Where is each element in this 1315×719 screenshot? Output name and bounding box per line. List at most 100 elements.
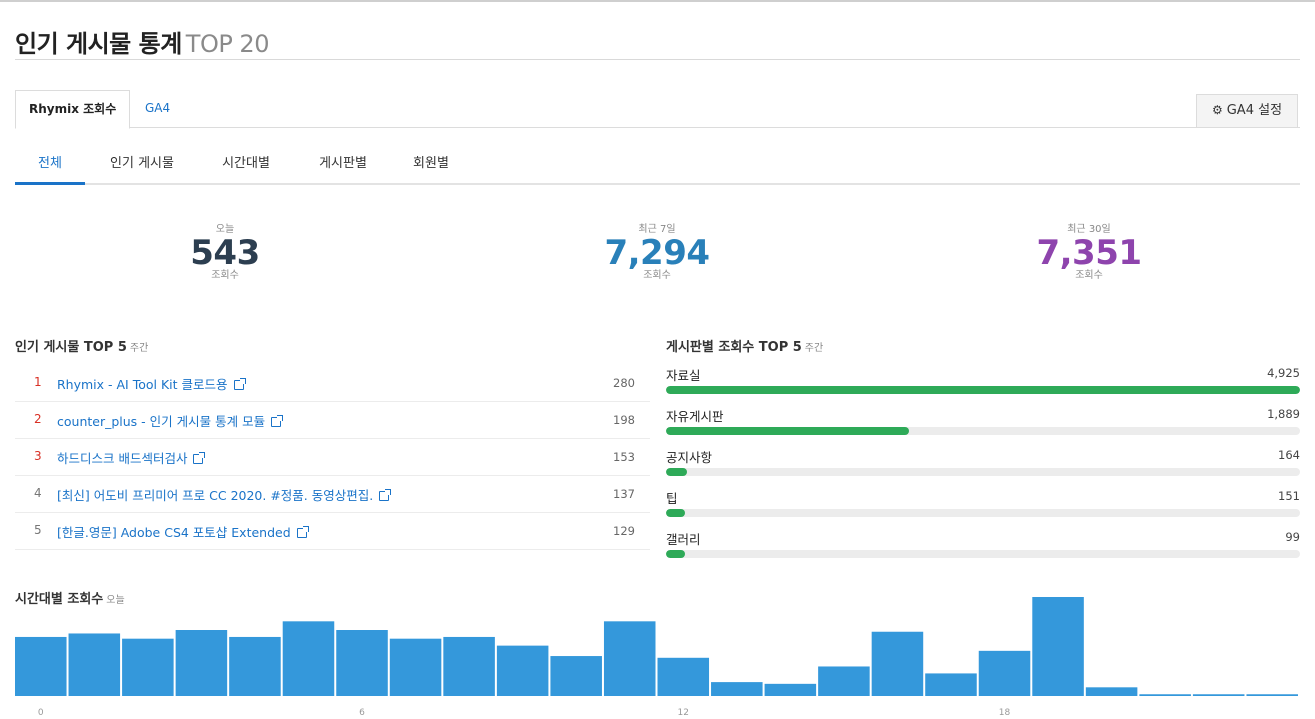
hourly-bar [68, 633, 121, 696]
hourly-bar [15, 636, 67, 696]
tab-by-board[interactable]: 게시판별 [308, 145, 378, 185]
source-tabs: Rhymix 조회수 GA4 ⚙ GA4 설정 [15, 88, 1300, 129]
board-count: 99 [1285, 530, 1300, 544]
board-name: 공지사항 [666, 450, 713, 465]
list-item: 1 Rhymix - AI Tool Kit 클로드용 280 [15, 365, 650, 402]
board-item: 자유게시판 1,889 [666, 406, 1300, 447]
board-bar-track [666, 386, 1300, 394]
board-count: 164 [1278, 448, 1300, 462]
hourly-bar [818, 666, 870, 696]
board-count: 4,925 [1267, 366, 1300, 380]
hourly-bar [282, 621, 335, 696]
post-link[interactable]: counter_plus - 인기 게시물 통계 모듈 [57, 411, 284, 430]
hourly-bar [389, 638, 442, 696]
stat-unit: 조회수 [1075, 270, 1103, 281]
board-item: 자료실 4,925 [666, 365, 1300, 406]
post-rank: 3 [34, 449, 42, 463]
board-item: 팁 151 [666, 488, 1300, 529]
board-views-list: 자료실 4,925 자유게시판 1,889 공지사항 164 팁 151 갤러리… [666, 365, 1300, 570]
ga4-settings-label: GA4 설정 [1226, 103, 1283, 118]
board-bar-fill [666, 509, 686, 517]
board-name: 갤러리 [666, 532, 701, 547]
post-link[interactable]: Rhymix - AI Tool Kit 클로드용 [57, 374, 246, 393]
board-bar-fill [666, 386, 1300, 394]
board-item: 공지사항 164 [666, 447, 1300, 488]
hourly-bar [871, 631, 924, 696]
stat-7days: 최근 7일 7,294 조회수 [557, 220, 757, 281]
hourly-bar [764, 683, 817, 696]
stat-today: 오늘 543 조회수 [125, 220, 325, 281]
hourly-chart: 0 6 12 18 [15, 594, 1300, 719]
hourly-tick-label: 18 [999, 708, 1011, 718]
hourly-bar [336, 630, 388, 696]
post-rank: 5 [34, 523, 42, 537]
tab-ga4[interactable]: GA4 [132, 90, 183, 129]
hourly-bar [1032, 597, 1084, 696]
gear-icon: ⚙ [1211, 103, 1223, 117]
tab-hourly[interactable]: 시간대별 [211, 145, 281, 185]
list-item: 5 [한글.영문] Adobe CS4 포토샵 Extended 129 [15, 513, 650, 550]
hourly-bar [496, 645, 549, 696]
post-title[interactable]: [한글.영문] Adobe CS4 포토샵 Extended [57, 525, 291, 540]
hourly-bar [1246, 694, 1298, 696]
board-item: 갤러리 99 [666, 529, 1300, 570]
hourly-bar [657, 657, 710, 696]
board-views-title: 게시판별 조회수 TOP 5 주간 [666, 336, 823, 355]
board-bar-fill [666, 550, 686, 558]
board-bar-track [666, 468, 1300, 476]
hourly-tick-label: 6 [359, 708, 365, 718]
list-item: 3 하드디스크 배드섹터검사 153 [15, 439, 650, 476]
hourly-bar [443, 636, 495, 696]
tab-rhymix-views[interactable]: Rhymix 조회수 [15, 90, 131, 129]
hourly-bar [711, 682, 763, 696]
board-count: 151 [1278, 489, 1300, 503]
post-link[interactable]: 하드디스크 배드섹터검사 [57, 448, 206, 467]
tab-popular-posts[interactable]: 인기 게시물 [100, 145, 184, 185]
external-link-icon[interactable] [193, 452, 206, 464]
post-rank: 4 [34, 486, 42, 500]
board-views-period: 주간 [804, 343, 824, 354]
board-name: 팁 [666, 491, 678, 506]
stat-30days: 최근 30일 7,351 조회수 [989, 220, 1189, 281]
list-item: 4 [최신] 어도비 프리미어 프로 CC 2020. #정품. 동영상편집. … [15, 476, 650, 513]
list-item: 2 counter_plus - 인기 게시물 통계 모듈 198 [15, 402, 650, 439]
post-count: 198 [613, 413, 635, 427]
board-name: 자유게시판 [666, 409, 724, 424]
hourly-bar [925, 673, 977, 696]
hourly-bar [229, 636, 281, 696]
post-title[interactable]: 하드디스크 배드섹터검사 [57, 451, 187, 466]
hourly-bar [1139, 694, 1191, 696]
hourly-bar [603, 621, 656, 696]
tab-by-member[interactable]: 회원별 [399, 145, 463, 185]
external-link-icon[interactable] [233, 378, 246, 390]
hourly-chart-svg: 0 6 12 18 [15, 597, 1298, 718]
board-count: 1,889 [1267, 407, 1300, 421]
hourly-tick-label: 0 [38, 708, 44, 718]
post-rank: 1 [34, 375, 42, 389]
post-count: 153 [613, 450, 635, 464]
external-link-icon[interactable] [296, 526, 309, 538]
tab-all[interactable]: 전체 [15, 145, 85, 185]
board-views-title-text: 게시판별 조회수 TOP 5 [666, 340, 802, 355]
post-link[interactable]: [최신] 어도비 프리미어 프로 CC 2020. #정품. 동영상편집. [57, 485, 392, 504]
hourly-bar [175, 630, 228, 696]
external-link-icon[interactable] [379, 489, 392, 501]
post-title[interactable]: [최신] 어도비 프리미어 프로 CC 2020. #정품. 동영상편집. [57, 488, 373, 503]
page-header: 인기 게시물 통계 TOP 20 [15, 24, 1300, 60]
board-bar-fill [666, 427, 910, 435]
hourly-bar [1085, 687, 1138, 696]
post-link[interactable]: [한글.영문] Adobe CS4 포토샵 Extended [57, 522, 309, 541]
popular-posts-title: 인기 게시물 TOP 5 주간 [15, 336, 148, 355]
page-title: 인기 게시물 통계 TOP 20 [15, 24, 1300, 59]
hourly-bar [122, 638, 174, 696]
view-tabs: 전체 인기 게시물 시간대별 게시판별 회원별 [15, 145, 1300, 185]
post-title[interactable]: counter_plus - 인기 게시물 통계 모듈 [57, 414, 265, 429]
board-bar-track [666, 550, 1300, 558]
hourly-tick-label: 12 [678, 708, 689, 718]
external-link-icon[interactable] [271, 415, 284, 427]
page-title-text: 인기 게시물 통계 [15, 30, 182, 58]
popular-posts-title-text: 인기 게시물 TOP 5 [15, 340, 127, 355]
post-title[interactable]: Rhymix - AI Tool Kit 클로드용 [57, 377, 228, 392]
ga4-settings-button[interactable]: ⚙ GA4 설정 [1196, 94, 1298, 127]
stat-unit: 조회수 [211, 270, 239, 281]
